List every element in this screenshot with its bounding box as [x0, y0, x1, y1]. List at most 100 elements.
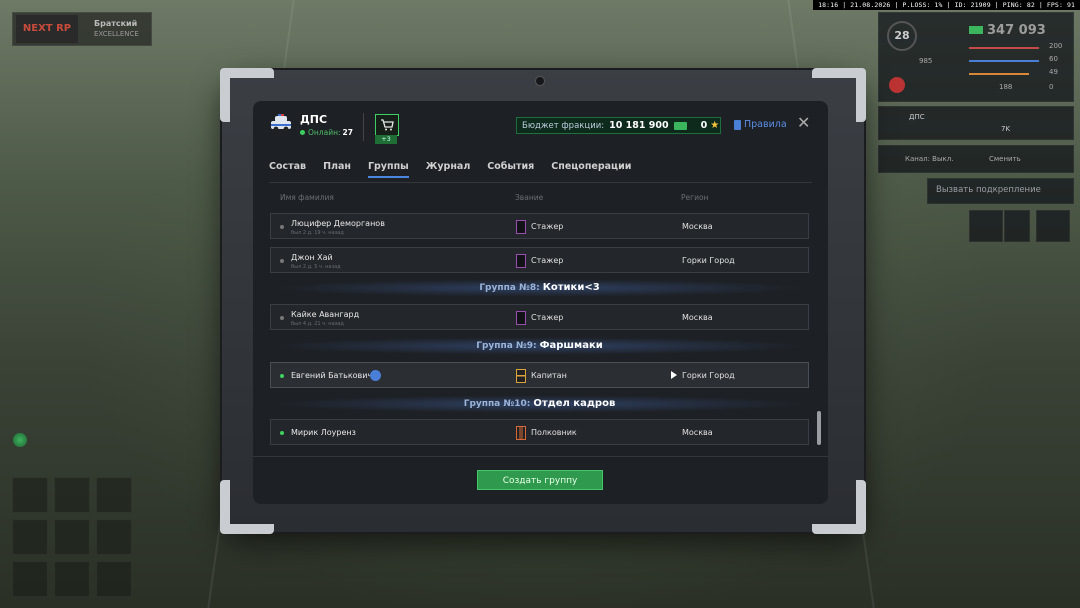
money-display: 347 093	[969, 19, 1046, 38]
group-header: Группа №9: Фаршмаки	[270, 337, 809, 355]
tab-roster[interactable]: Состав	[269, 161, 306, 178]
group-name: Котики<3	[542, 282, 600, 293]
cash-icon	[673, 121, 687, 130]
server-name: Братский EXCELLENCE	[94, 19, 139, 39]
armor-value: 60	[1049, 55, 1058, 63]
call-support-label: Вызвать подкрепление	[936, 185, 1041, 195]
inventory-slots	[12, 477, 132, 597]
radio-channel: Канал: Выкл.	[905, 155, 954, 163]
online-label: Онлайн:	[308, 128, 341, 137]
member-region: Москва	[682, 313, 713, 322]
rank-insignia-icon	[516, 254, 526, 268]
table-row[interactable]: Мирик Лоуренз Полковник Москва	[270, 419, 809, 445]
member-rank: Капитан	[531, 371, 567, 380]
group-number: Группа №8:	[479, 283, 540, 293]
tab-groups[interactable]: Группы	[367, 161, 409, 178]
faction-budget: Бюджет фракции: 10 181 900 0 ★	[516, 117, 721, 134]
rules-link[interactable]: Правила	[734, 119, 787, 130]
member-region: Москва	[682, 222, 713, 231]
menu-icon[interactable]	[1004, 210, 1030, 242]
last-seen: был 2 д. 5 ч. назад	[291, 264, 341, 270]
call-support-button[interactable]: Вызвать подкрепление	[927, 178, 1074, 204]
cash-icon	[969, 26, 983, 34]
camera-icon	[535, 76, 545, 86]
calendar-icon[interactable]	[969, 210, 1003, 242]
tab-bar: Состав План Группы Журнал События Спецоп…	[269, 161, 648, 178]
member-name: Евгений Батькович	[291, 371, 373, 380]
member-rank: Полковник	[531, 428, 577, 437]
health-bar	[969, 47, 1039, 49]
table-row[interactable]: Кайке Авангард был 4 д. 21 ч. назад Стаж…	[270, 304, 809, 330]
group-number: Группа №9:	[476, 341, 537, 351]
tab-plan[interactable]: План	[323, 161, 351, 178]
tab-events[interactable]: События	[487, 161, 534, 178]
online-dot-icon	[300, 130, 305, 135]
radio-switch[interactable]: Сменить	[989, 155, 1021, 163]
online-counter: Онлайн: 27	[300, 128, 353, 137]
misc-value: 985	[919, 57, 933, 65]
member-region: Горки Город	[682, 256, 735, 265]
member-name: Мирик Лоуренз	[291, 428, 356, 437]
server-title: Братский	[94, 19, 138, 28]
create-group-button[interactable]: Создать группу	[477, 470, 603, 490]
inventory-slot[interactable]	[12, 561, 48, 597]
table-row[interactable]: Евгений Батькович Капитан Горки Город	[270, 362, 809, 388]
food-value: 49	[1049, 68, 1058, 76]
notifications-icon[interactable]	[1036, 210, 1070, 242]
rank-insignia-icon	[516, 220, 526, 234]
status-dot-icon	[280, 374, 284, 378]
health-value: 200	[1049, 42, 1063, 50]
user-icon	[370, 370, 381, 381]
inventory-slot[interactable]	[54, 477, 90, 513]
member-rank: Стажер	[531, 222, 564, 231]
status-bar: 18:16 | 21.08.2026 | P.LOSS: 1% | ID: 21…	[813, 0, 1080, 10]
table-row[interactable]: Люцифер Деморганов был 2 д. 19 ч. назад …	[270, 213, 809, 239]
shop-button[interactable]	[375, 114, 399, 136]
book-icon	[734, 119, 741, 130]
column-name: Имя фамилия	[280, 193, 334, 202]
police-car-icon	[271, 114, 291, 132]
column-rank: Звание	[515, 193, 544, 202]
scrollbar[interactable]	[817, 411, 821, 445]
member-region: Горки Город	[682, 371, 735, 380]
inventory-slot[interactable]	[96, 519, 132, 555]
status-dot-icon	[280, 316, 284, 320]
group-header: Группа №10: Отдел кадров	[270, 395, 809, 413]
inventory-slot[interactable]	[12, 519, 48, 555]
inventory-slot[interactable]	[12, 477, 48, 513]
close-icon[interactable]: ✕	[797, 115, 810, 131]
faction-header: ДПС Онлайн: 27 +3 Бюджет фракции: 10 181 …	[253, 101, 828, 151]
inventory-slot[interactable]	[96, 561, 132, 597]
budget-value: 10 181 900	[609, 120, 669, 131]
status-dot-icon	[280, 259, 284, 263]
status-dot-icon	[280, 225, 284, 229]
player-hud: 28 347 093 200 60 49 985 188 0	[878, 12, 1074, 102]
wanted-icon	[889, 77, 905, 93]
inventory-slot[interactable]	[54, 519, 90, 555]
logo-mark: NEXT RP	[16, 15, 78, 43]
tab-special-ops[interactable]: Спецоперации	[551, 161, 631, 178]
shop-badge: +3	[375, 135, 397, 144]
cursor-icon	[671, 371, 677, 379]
rank-insignia-icon	[516, 426, 526, 440]
faction-window: ДПС Онлайн: 27 +3 Бюджет фракции: 10 181 …	[253, 101, 828, 504]
level-badge: 28	[887, 21, 917, 51]
group-name: Фаршмаки	[539, 340, 603, 351]
table-row[interactable]: Джон Хай был 2 д. 5 ч. назад Стажер Горк…	[270, 247, 809, 273]
inventory-slot[interactable]	[54, 561, 90, 597]
money-value: 347 093	[987, 23, 1046, 38]
online-count: 27	[342, 128, 353, 137]
inventory-slot[interactable]	[96, 477, 132, 513]
group-number: Группа №10:	[463, 399, 531, 409]
coins-value: 0	[700, 120, 708, 131]
job-badge: 7K	[1001, 125, 1011, 133]
rules-label: Правила	[744, 119, 787, 130]
radio-panel: Канал: Выкл. Сменить	[878, 145, 1074, 173]
member-name: Джон Хай	[291, 253, 333, 262]
food-bar	[969, 73, 1029, 75]
cart-icon	[381, 119, 394, 131]
member-rank: Стажер	[531, 313, 564, 322]
server-logo: NEXT RP Братский EXCELLENCE	[12, 12, 152, 46]
tab-journal[interactable]: Журнал	[426, 161, 471, 178]
member-region: Москва	[682, 428, 713, 437]
